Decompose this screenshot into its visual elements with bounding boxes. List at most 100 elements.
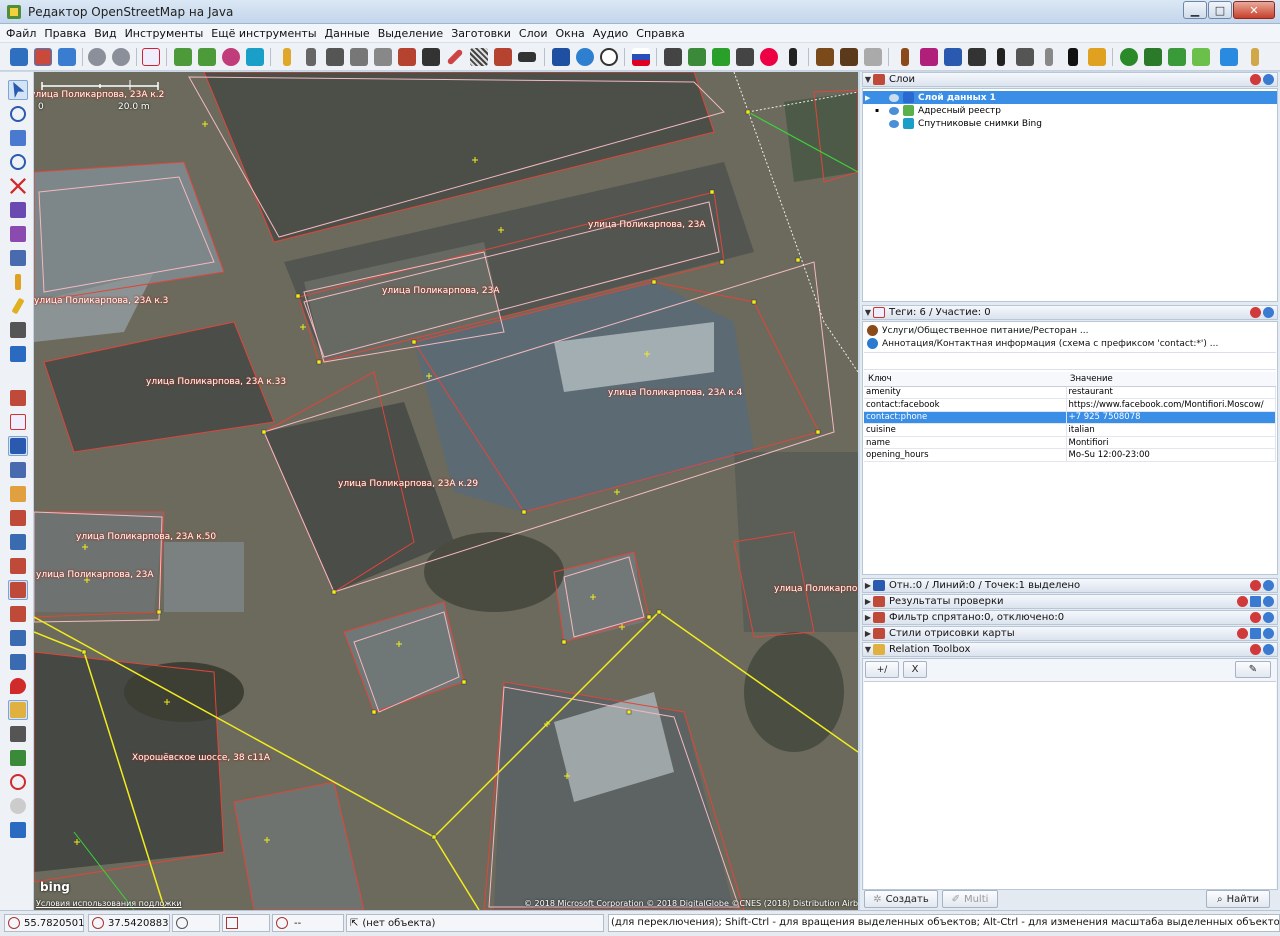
relation-toolbox-icon[interactable] <box>8 700 28 720</box>
preset-icon-2[interactable] <box>196 46 218 68</box>
traffic-icon[interactable] <box>276 46 298 68</box>
tag-value[interactable]: restaurant <box>1066 386 1276 400</box>
panel-close-icon[interactable] <box>1250 580 1261 591</box>
money-icon[interactable] <box>686 46 708 68</box>
add-member-button[interactable]: +∕ <box>865 661 899 678</box>
house-icon[interactable] <box>862 46 884 68</box>
layers-toggle-icon[interactable] <box>8 388 28 408</box>
notes-icon[interactable] <box>8 628 28 648</box>
panel-detach-icon[interactable] <box>1263 580 1274 591</box>
remove-member-button[interactable]: X <box>903 661 927 678</box>
menu-imagery[interactable]: Слои <box>519 27 548 40</box>
speed-icon[interactable] <box>8 772 28 792</box>
expand-toggles-icon[interactable] <box>8 820 28 840</box>
visibility-icon[interactable] <box>889 106 899 115</box>
panel-detach-icon[interactable] <box>1263 74 1274 85</box>
flag-icon[interactable] <box>630 46 652 68</box>
menu-audio[interactable]: Аудио <box>593 27 629 40</box>
fence-icon[interactable] <box>468 46 490 68</box>
measure-icon[interactable] <box>8 272 28 292</box>
panel-close-icon[interactable] <box>1237 628 1248 639</box>
menu-presets[interactable]: Заготовки <box>451 27 511 40</box>
pencil-icon[interactable] <box>8 296 28 316</box>
map-label[interactable]: улица Поликарпова, 23А <box>588 220 706 230</box>
bing-icon[interactable] <box>244 46 266 68</box>
zoom-tool-icon[interactable] <box>8 152 28 172</box>
wall-icon[interactable] <box>396 46 418 68</box>
paperclip-icon[interactable] <box>1038 46 1060 68</box>
road-icon-2[interactable] <box>324 46 346 68</box>
road-icon-4[interactable] <box>372 46 394 68</box>
multi-button[interactable]: ✐ Multi <box>942 890 998 908</box>
key-column-header[interactable]: Ключ <box>864 372 1066 387</box>
preset-link[interactable]: Аннотация/Контактная информация (схема с… <box>867 337 1218 350</box>
redo-icon[interactable] <box>110 46 132 68</box>
water-icon[interactable] <box>1218 46 1240 68</box>
preset-icon-3[interactable] <box>220 46 242 68</box>
lasso-icon[interactable] <box>8 104 28 124</box>
edit-relation-button[interactable]: ✎ <box>1235 661 1271 678</box>
tag-row[interactable]: opening_hours Mo-Su 12:00-23:00 <box>864 448 1276 463</box>
wiki-icon[interactable] <box>8 796 28 816</box>
preferences-icon[interactable] <box>140 46 162 68</box>
person-icon[interactable] <box>1062 46 1084 68</box>
relation-list-icon[interactable] <box>8 460 28 480</box>
draw-icon[interactable] <box>8 128 28 148</box>
expand-icon[interactable]: ▶ <box>863 581 873 590</box>
menu-help[interactable]: Справка <box>636 27 684 40</box>
selection-toggle-icon[interactable] <box>8 436 28 456</box>
theatre-icon[interactable] <box>662 46 684 68</box>
wallet-icon[interactable] <box>966 46 988 68</box>
styles-panel-header[interactable]: ▶ Стили отрисовки карты <box>862 626 1278 641</box>
tag-row[interactable]: contact:phone +7 925 7508078 <box>864 411 1276 425</box>
marker-icon[interactable] <box>8 676 28 696</box>
tag-row[interactable]: cuisine italian <box>864 423 1276 437</box>
tag-key[interactable]: opening_hours <box>864 448 1067 463</box>
scissors-icon[interactable] <box>8 724 28 744</box>
wheat-icon[interactable] <box>1244 46 1266 68</box>
panel-detach-icon[interactable] <box>1263 628 1274 639</box>
tags-toggle-icon[interactable] <box>8 412 28 432</box>
layers-panel-header[interactable]: ▼ Слои <box>862 72 1278 87</box>
castle-icon[interactable] <box>814 46 836 68</box>
panel-close-icon[interactable] <box>1250 644 1261 655</box>
upload-icon[interactable] <box>56 46 78 68</box>
menu-more-tools[interactable]: Ещё инструменты <box>211 27 316 40</box>
expand-icon[interactable]: ▶ <box>863 629 873 638</box>
selection-panel-header[interactable]: ▶ Отн.:0 / Линий:0 / Точек:1 выделено <box>862 578 1278 593</box>
layer-row[interactable]: Спутниковые снимки Bing <box>863 117 1277 130</box>
delete-tool-icon[interactable] <box>8 176 28 196</box>
create-button[interactable]: ✲ Создать <box>864 890 938 908</box>
rail-icon[interactable] <box>420 46 442 68</box>
path-icon[interactable] <box>444 46 466 68</box>
grass-icon[interactable] <box>1166 46 1188 68</box>
tag-value[interactable]: Mo-Su 12:00-23:00 <box>1066 448 1276 463</box>
map-label[interactable]: улица Поликарпова, 23А <box>774 584 858 594</box>
command-stack-icon[interactable] <box>8 508 28 528</box>
tag-row[interactable]: name Montifiori <box>864 436 1276 450</box>
factory-icon[interactable] <box>838 46 860 68</box>
panel-settings-icon[interactable] <box>1250 628 1261 639</box>
download-icon[interactable] <box>32 46 54 68</box>
panel-detach-icon[interactable] <box>1263 307 1274 318</box>
collapse-icon[interactable]: ▼ <box>863 645 873 654</box>
menu-file[interactable]: Файл <box>6 27 36 40</box>
building-tool-icon[interactable] <box>8 320 28 340</box>
panel-settings-icon[interactable] <box>1250 596 1261 607</box>
pharmacy-icon[interactable] <box>710 46 732 68</box>
cart-icon[interactable] <box>918 46 940 68</box>
bag-icon[interactable] <box>1086 46 1108 68</box>
brick-icon[interactable] <box>492 46 514 68</box>
collapse-icon[interactable]: ▼ <box>863 308 873 317</box>
expand-icon[interactable]: ▶ <box>863 613 873 622</box>
panel-detach-icon[interactable] <box>1263 612 1274 623</box>
menu-edit[interactable]: Правка <box>44 27 86 40</box>
imagery-terms-link[interactable]: Условия использования подложки <box>36 899 182 908</box>
tag-value[interactable]: italian <box>1066 423 1276 437</box>
menu-tools[interactable]: Инструменты <box>125 27 204 40</box>
filter-toggle-icon[interactable] <box>8 604 28 624</box>
tools-icon[interactable] <box>1014 46 1036 68</box>
map-label[interactable]: улица Поликарпова, 23А к.2 <box>34 90 164 100</box>
improve-way-icon[interactable] <box>8 248 28 268</box>
relation-area[interactable] <box>864 681 1276 889</box>
